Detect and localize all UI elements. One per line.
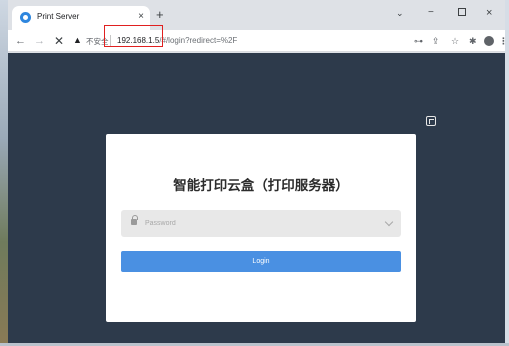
favicon-icon xyxy=(20,12,31,23)
password-input[interactable] xyxy=(145,216,365,231)
close-window-button[interactable]: × xyxy=(486,6,492,20)
url-path: /#/login?redirect=%2F xyxy=(159,36,238,45)
menu-icon[interactable]: ⋮ xyxy=(499,35,508,47)
url-highlight-box xyxy=(104,25,163,47)
login-card: 智能打印云盒（打印服务器） Login xyxy=(106,134,416,322)
back-button[interactable]: ← xyxy=(15,34,26,48)
forward-button[interactable]: → xyxy=(34,34,45,48)
tab-search-icon[interactable]: ⌄ xyxy=(396,6,404,20)
key-icon[interactable]: ⊶ xyxy=(414,35,423,47)
share-icon[interactable]: ⇪ xyxy=(432,35,440,47)
password-field[interactable] xyxy=(121,210,401,237)
tab-close-icon[interactable]: × xyxy=(138,9,144,25)
chevron-down-icon[interactable] xyxy=(384,217,394,227)
stop-reload-button[interactable]: ✕ xyxy=(54,34,64,48)
login-button[interactable]: Login xyxy=(121,251,401,272)
translate-icon[interactable] xyxy=(426,116,436,126)
login-title: 智能打印云盒（打印服务器） xyxy=(173,178,349,194)
tab-strip: Print Server × + ⌄ − × xyxy=(8,0,505,30)
desktop-edge-left xyxy=(0,0,8,346)
browser-window: Print Server × + ⌄ − × ← → ✕ ▲ 不安全 192.1… xyxy=(8,0,508,343)
maximize-button[interactable] xyxy=(458,8,466,16)
lock-icon xyxy=(131,215,138,225)
profile-icon[interactable] xyxy=(484,36,494,46)
warning-triangle-icon[interactable]: ▲ xyxy=(73,35,82,45)
desktop-edge-right xyxy=(505,0,509,346)
login-page: 智能打印云盒（打印服务器） Login xyxy=(8,53,505,343)
new-tab-button[interactable]: + xyxy=(156,8,164,22)
tab-title: Print Server xyxy=(37,12,80,21)
extensions-icon[interactable]: ✱ xyxy=(469,35,477,47)
minimize-button[interactable]: − xyxy=(428,6,434,20)
browser-toolbar: ← → ✕ ▲ 不安全 192.168.1.5/#/login?redirect… xyxy=(8,30,508,52)
star-icon[interactable]: ☆ xyxy=(451,35,459,47)
